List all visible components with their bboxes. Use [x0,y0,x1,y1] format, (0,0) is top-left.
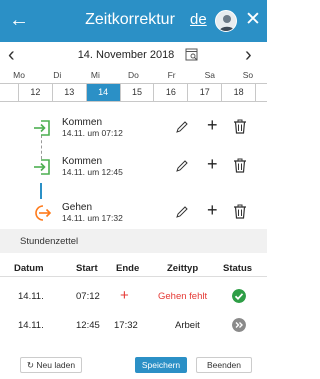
table-cell-end[interactable]: 17:32 [114,320,138,331]
table-cell-start[interactable]: 07:12 [76,291,100,302]
day-cell[interactable]: 13 [53,84,87,101]
day-cell[interactable]: 16 [154,84,189,101]
column-header: Zeittyp [167,263,199,274]
entry-time: 14.11. um 12:45 [62,167,123,177]
app-header: ← Zeitkorrektur de ✕ [0,0,267,42]
weekday-header: Mo Di Mi Do Fr Sa So [0,70,267,82]
language-switch[interactable]: de [190,11,207,28]
weekday-label: Fr [167,70,176,80]
day-cell[interactable]: 18 [222,84,255,101]
user-avatar-icon [219,15,235,31]
weekday-label: Di [53,70,62,80]
table-cell-type: Arbeit [175,320,200,331]
day-strip-edge [0,83,18,102]
close-icon[interactable]: ✕ [244,9,262,31]
chevron-right-icon[interactable]: › [245,44,252,66]
trash-icon[interactable] [233,158,247,173]
double-chevron-right-icon[interactable] [232,318,246,332]
day-cell[interactable]: 12 [19,84,53,101]
page-title: Zeitkorrektur [85,11,175,28]
day-cell[interactable]: 17 [188,84,223,101]
save-button[interactable]: Speichern [135,357,187,373]
column-header: Status [223,263,253,274]
add-icon[interactable]: + [207,155,218,173]
entry-time: 14.11. um 17:32 [62,213,123,223]
day-strip-edge [256,83,267,102]
timeline-connector-solid [40,183,42,199]
column-header: Ende [116,263,140,274]
weekday-label: Sa [204,70,215,80]
entry-label: Gehen [62,202,93,213]
end-button[interactable]: Beenden [196,357,252,373]
table-cell-date: 14.11. [18,291,44,302]
trash-icon[interactable] [233,119,247,134]
weekday-label: Mo [13,70,25,80]
booking-entry: Kommen 14.11. um 12:45 + [0,153,267,183]
booking-entry: Gehen 14.11. um 17:32 + [0,199,267,229]
booking-entry: Kommen 14.11. um 07:12 + [0,114,267,144]
entry-label: Kommen [62,156,103,167]
section-title: Stundenzettel [20,236,79,247]
trash-icon[interactable] [233,204,247,219]
table-header-divider [0,276,267,277]
entry-label: Kommen [62,117,103,128]
reload-button[interactable]: ↻ Neu laden [20,357,82,373]
day-cell[interactable]: 15 [121,84,155,101]
refresh-icon: ↻ [26,360,34,370]
column-header: Datum [14,263,44,274]
table-cell-type: Gehen fehlt [158,291,208,302]
table-cell-start[interactable]: 12:45 [76,320,100,331]
add-icon[interactable]: + [207,201,218,219]
day-strip: 12 13 14 15 16 17 18 [18,83,256,102]
back-arrow-icon[interactable]: ← [8,9,30,31]
logout-arrow-icon [35,205,52,221]
login-arrow-icon [34,159,50,175]
pencil-icon[interactable] [175,205,189,219]
avatar[interactable] [215,10,237,32]
current-date: 14. November 2018 [77,49,175,61]
day-cell-selected[interactable]: 14 [86,84,121,101]
column-header: Start [76,263,98,274]
add-icon[interactable]: + [207,116,218,134]
pencil-icon[interactable] [175,120,189,134]
weekday-label: Mi [90,70,100,80]
chevron-left-icon[interactable]: ‹ [8,44,15,66]
date-navigation: ‹ 14. November 2018 › [0,44,267,66]
timesheet-section-header: Stundenzettel [0,229,267,253]
table-cell-date: 14.11. [18,320,44,331]
pencil-icon[interactable] [175,159,189,173]
checkmark-icon [232,289,246,303]
weekday-label: Do [128,70,139,80]
login-arrow-icon [34,120,50,136]
table-cell-end-add[interactable]: + [120,287,129,304]
calendar-search-icon[interactable] [185,47,199,61]
reload-label: Neu laden [36,360,76,370]
entry-time: 14.11. um 07:12 [62,128,123,138]
weekday-label: So [242,70,254,80]
